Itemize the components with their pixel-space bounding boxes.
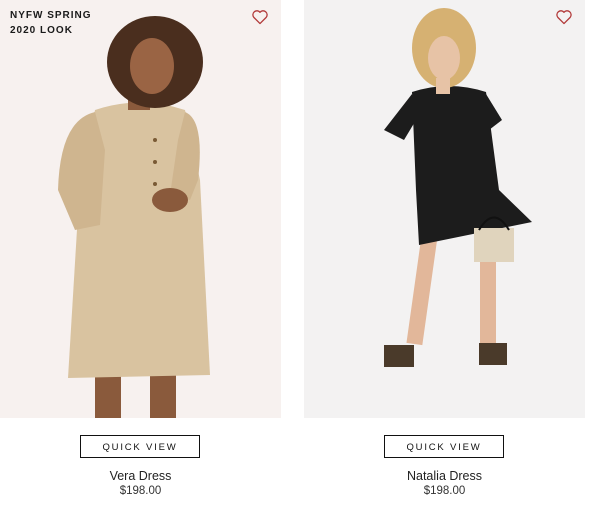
nyfw-badge: NYFW SPRING 2020 LOOK xyxy=(10,8,92,38)
product-image-vera[interactable] xyxy=(0,0,281,418)
product-price: $198.00 xyxy=(423,485,466,497)
quick-view-button[interactable]: QUICK VIEW xyxy=(80,435,200,458)
product-price: $198.00 xyxy=(119,485,162,497)
quick-view-button[interactable]: QUICK VIEW xyxy=(384,435,504,458)
product-name[interactable]: Natalia Dress xyxy=(304,469,585,483)
product-image-natalia[interactable] xyxy=(304,0,585,418)
badge-line-1: NYFW SPRING xyxy=(10,10,92,21)
product-card-vera: NYFW SPRING 2020 LOOK QUICK VIEW Vera Dr… xyxy=(0,0,281,513)
badge-line-2: 2020 LOOK xyxy=(10,25,73,36)
heart-icon[interactable] xyxy=(251,9,269,25)
product-name[interactable]: Vera Dress xyxy=(0,469,281,483)
heart-icon[interactable] xyxy=(555,9,573,25)
product-card-natalia: QUICK VIEW Natalia Dress $198.00 xyxy=(304,0,585,513)
